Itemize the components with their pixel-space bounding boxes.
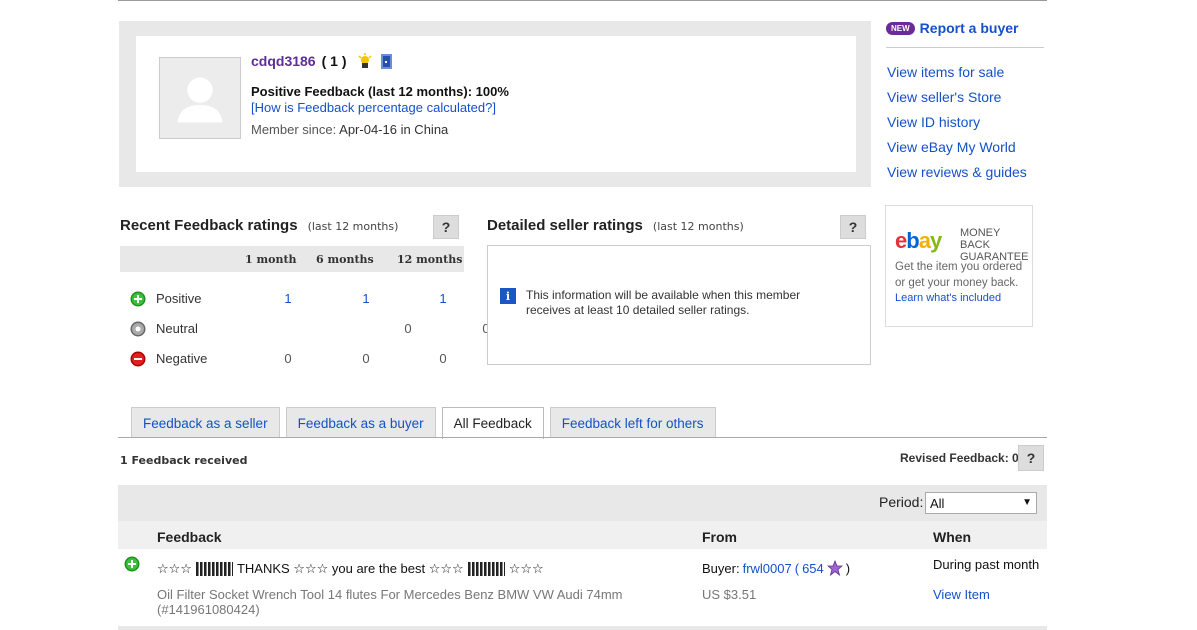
sidebar-links: View items for sale View seller's Store … — [887, 64, 1027, 189]
rating-row-positive: Positive 1 1 1 — [120, 284, 464, 314]
positive-1-month[interactable]: 1 — [278, 291, 298, 306]
learn-whats-included-link[interactable]: Learn what's included — [895, 292, 1001, 304]
member-since: Member since: Apr-04-16 in China — [251, 122, 448, 137]
revised-feedback-help-button[interactable]: ? — [1018, 445, 1044, 471]
detailed-ratings-help-button[interactable]: ? — [840, 215, 866, 239]
mbg-title: MONEY BACK GUARANTEE — [960, 227, 1029, 263]
buyer-score-link[interactable]: 654 — [802, 561, 824, 576]
report-buyer-link[interactable]: Report a buyer — [920, 20, 1019, 36]
negative-icon — [130, 351, 146, 367]
neutral-icon — [130, 321, 146, 337]
how-percentage-calculated-link[interactable]: [How is Feedback percentage calculated?] — [251, 100, 496, 115]
ebay-logo: ebay — [895, 228, 942, 253]
profile-card: cdqd3186 ( 1 ) Positive Feedback (last 1… — [136, 36, 856, 172]
detailed-ratings-heading: Detailed seller ratings (last 12 months) — [487, 217, 744, 234]
item-price: US $3.51 — [702, 587, 757, 602]
redacted-image — [195, 562, 233, 576]
feedback-table-header: Feedback From When — [118, 521, 1047, 549]
negative-1-month: 0 — [284, 351, 292, 366]
col-1-month: 1 month — [245, 253, 297, 266]
tab-all-feedback[interactable]: All Feedback — [441, 407, 544, 439]
avatar[interactable] — [159, 57, 241, 139]
revised-feedback-count: Revised Feedback: 0 — [900, 451, 1019, 465]
neutral-1-month: 0 — [404, 321, 412, 336]
purple-star-icon[interactable] — [826, 560, 843, 576]
period-bar: Period: All ▼ — [118, 485, 1047, 521]
view-id-history-link[interactable]: View ID history — [887, 114, 980, 130]
positive-6-months[interactable]: 1 — [356, 291, 376, 306]
info-icon: i — [500, 288, 516, 304]
tab-feedback-as-seller[interactable]: Feedback as a seller — [131, 407, 280, 438]
feedback-when: During past month — [933, 557, 1040, 572]
positive-12-months[interactable]: 1 — [433, 291, 453, 306]
profile-panel: cdqd3186 ( 1 ) Positive Feedback (last 1… — [119, 21, 871, 187]
member-since-label: Member since: — [251, 122, 337, 137]
member-since-value: Apr-04-16 in China — [339, 122, 449, 137]
view-sellers-store-link[interactable]: View seller's Store — [887, 89, 1001, 105]
top-divider — [118, 0, 1047, 1]
tab-feedback-left-for-others[interactable]: Feedback left for others — [549, 407, 716, 438]
redacted-image — [467, 562, 505, 576]
buyer-username-link[interactable]: frwl0007 — [743, 561, 792, 576]
detailed-ratings-info: This information will be available when … — [526, 288, 801, 317]
report-buyer: NEW Report a buyer — [886, 20, 1018, 36]
negative-12-months: 0 — [439, 351, 447, 366]
positive-icon — [130, 291, 146, 307]
recent-ratings-heading: Recent Feedback ratings (last 12 months) — [120, 217, 399, 234]
sidebar-divider — [886, 47, 1044, 48]
mbg-description: Get the item you ordered or get your mon… — [895, 261, 1023, 289]
view-my-world-link[interactable]: View eBay My World — [887, 139, 1016, 155]
rating-row-neutral: Neutral 0 0 0 — [120, 314, 567, 344]
store-door-icon[interactable] — [378, 52, 396, 70]
header-from: From — [702, 529, 737, 545]
money-back-guarantee-box: ebay MONEY BACK GUARANTEE Get the item y… — [885, 205, 1033, 327]
view-items-for-sale-link[interactable]: View items for sale — [887, 64, 1004, 80]
rating-row-negative: Negative 0 0 0 — [120, 344, 464, 374]
username-link[interactable]: cdqd3186 — [251, 53, 316, 69]
feedback-from: Buyer: frwl0007 ( 654 ) — [702, 560, 851, 576]
positive-feedback-percent: Positive Feedback (last 12 months): 100% — [251, 84, 509, 99]
recent-ratings-help-button[interactable]: ? — [433, 215, 459, 239]
user-silhouette-icon — [160, 58, 240, 138]
positive-icon — [124, 556, 140, 572]
feedback-score[interactable]: ( 1 ) — [322, 53, 347, 69]
negative-6-months: 0 — [362, 351, 370, 366]
period-select[interactable]: All ▼ — [925, 492, 1037, 514]
bottom-divider — [118, 626, 1047, 630]
tab-divider — [118, 437, 1047, 438]
view-item-link[interactable]: View Item — [933, 587, 990, 602]
tab-feedback-as-buyer[interactable]: Feedback as a buyer — [285, 407, 436, 438]
new-badge: NEW — [886, 21, 915, 35]
feedback-received-count: 1 Feedback received — [120, 454, 248, 467]
view-reviews-guides-link[interactable]: View reviews & guides — [887, 164, 1027, 180]
col-12-months: 12 months — [397, 253, 463, 266]
feedback-tabs: Feedback as a seller Feedback as a buyer… — [131, 407, 716, 439]
username-line: cdqd3186 ( 1 ) — [251, 52, 396, 70]
new-member-icon[interactable] — [356, 52, 374, 70]
header-when: When — [933, 529, 972, 545]
ratings-header: 1 month 6 months 12 months — [120, 246, 464, 272]
header-feedback: Feedback — [157, 529, 222, 545]
feedback-comment: ☆☆☆ THANKS ☆☆☆ you are the best ☆☆☆ ☆☆☆ — [157, 561, 544, 576]
col-6-months: 6 months — [316, 253, 374, 266]
period-label: Period: — [879, 494, 924, 510]
item-title: Oil Filter Socket Wrench Tool 14 flutes … — [157, 587, 623, 617]
dropdown-arrow-icon: ▼ — [1022, 497, 1032, 508]
detailed-ratings-box: i This information will be available whe… — [487, 245, 871, 365]
